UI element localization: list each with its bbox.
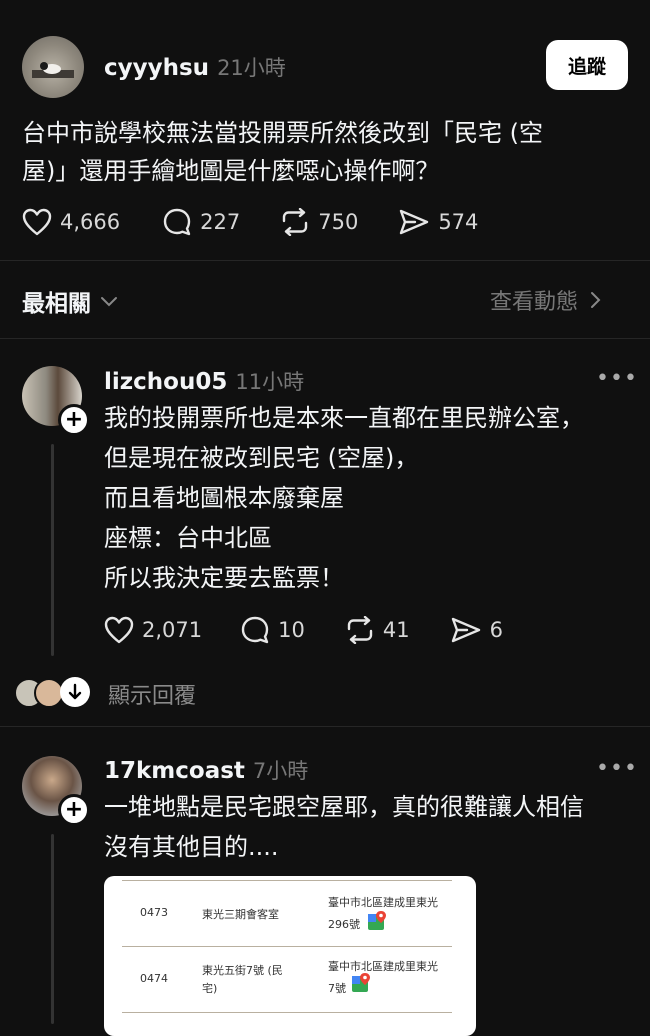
comment-header: lizchou05 11小時 (104, 366, 304, 396)
table-cell-address-number: 7號 (328, 982, 346, 995)
chevron-down-icon (101, 297, 117, 307)
send-icon (400, 209, 429, 235)
sort-label: 最相關 (22, 291, 91, 317)
comment-header: 17kmcoast 7小時 (104, 755, 308, 785)
cat-photo-icon (32, 62, 74, 78)
table-cell-no: 0474 (140, 972, 168, 985)
reply-button[interactable]: 10 (240, 615, 305, 645)
follow-plus-icon[interactable]: + (58, 404, 90, 436)
repost-count: 41 (382, 618, 410, 642)
comment-bubble-icon (241, 616, 269, 644)
comment-time: 11小時 (235, 370, 305, 394)
table-cell-name: 東光五街7號 (民 (202, 964, 283, 977)
repost-button[interactable]: 750 (280, 208, 358, 236)
reply-button[interactable]: 227 (162, 207, 240, 237)
comment-body: 我的投開票所也是本來一直都在里民辦公室， 但是現在被改到民宅 (空屋)， 而且看… (104, 398, 634, 598)
view-activity-label: 查看動態 (490, 290, 579, 315)
sort-dropdown[interactable]: 最相關 (22, 284, 119, 318)
comment-text-line: 一堆地點是民宅跟空屋耶，真的很難讓人相信 (104, 793, 584, 821)
google-maps-icon (352, 973, 370, 992)
heart-icon (22, 208, 52, 236)
repost-count: 750 (318, 210, 359, 234)
view-activity-link[interactable]: 查看動態 (490, 284, 602, 316)
like-count: 2,071 (142, 618, 203, 642)
repost-icon (347, 616, 373, 644)
google-maps-icon (368, 911, 386, 930)
post-time: 21小時 (217, 56, 286, 80)
table-rule (122, 880, 452, 881)
table-rule (122, 1012, 452, 1013)
divider (0, 726, 650, 727)
thread-line (51, 834, 54, 1024)
share-count: 6 (489, 618, 503, 642)
reply-count: 227 (200, 210, 241, 234)
post-body: 台中市說學校無法當投開票所然後改到「民宅 (空 屋)」還用手繪地圖是什麼噁心操作… (22, 114, 622, 190)
more-options-icon[interactable]: ••• (596, 366, 638, 391)
send-icon (451, 617, 480, 643)
comment-text-line: 座標：台中北區 (104, 524, 272, 552)
post-actions: 4,666 227 750 574 (22, 202, 518, 242)
like-button[interactable]: 4,666 (22, 208, 120, 236)
table-cell-address: 臺中市北區建成里東光 (328, 896, 438, 909)
repost-button[interactable]: 41 (345, 616, 410, 644)
post-text-line: 屋)」還用手繪地圖是什麼噁心操作啊？ (22, 157, 440, 185)
comment-body: 一堆地點是民宅跟空屋耶，真的很難讓人相信 沒有其他目的.... (104, 787, 634, 867)
thread-line (51, 444, 54, 656)
post-username[interactable]: cyyyhsu (104, 55, 209, 81)
comment-username[interactable]: lizchou05 (104, 369, 227, 395)
like-count: 4,666 (60, 210, 121, 234)
share-count: 574 (438, 210, 479, 234)
table-rule (122, 946, 452, 947)
like-button[interactable]: 2,071 (104, 616, 202, 644)
post-text-line: 台中市說學校無法當投開票所然後改到「民宅 (空 (22, 119, 543, 147)
comment-actions: 2,071 10 41 6 (104, 610, 543, 650)
table-cell-address-number: 296號 (328, 918, 360, 931)
reply-avatars[interactable] (14, 676, 94, 708)
comment-text-line: 但是現在被改到民宅 (空屋)， (104, 444, 419, 472)
comment-text-line: 沒有其他目的.... (104, 833, 279, 861)
post-header: cyyyhsu 21小時 (104, 52, 286, 82)
comment-bubble-icon (163, 208, 191, 236)
arrow-down-icon (60, 677, 90, 707)
comment-time: 7小時 (252, 759, 309, 783)
follow-plus-icon[interactable]: + (58, 794, 90, 826)
heart-icon (104, 616, 134, 644)
repost-icon (283, 208, 308, 236)
post-author-avatar[interactable] (22, 36, 84, 98)
table-cell-name: 宅) (202, 982, 218, 995)
divider (0, 338, 650, 339)
reply-count: 10 (278, 618, 305, 642)
show-replies-link[interactable]: 顯示回覆 (108, 678, 196, 710)
divider (0, 260, 650, 261)
table-cell-no: 0473 (140, 906, 168, 919)
table-row: 0473 東光三期會客室 臺中市北區建成里東光 296號 (104, 892, 476, 948)
table-cell-name: 東光三期會客室 (202, 908, 279, 921)
share-button[interactable]: 574 (398, 208, 478, 236)
comment-text-line: 我的投開票所也是本來一直都在里民辦公室， (104, 404, 584, 432)
table-row: 0474 東光五街7號 (民 宅) 臺中市北區建成里東光 7號 (104, 956, 476, 1016)
attached-image[interactable]: 0473 東光三期會客室 臺中市北區建成里東光 296號 0474 東光五街7號… (104, 876, 476, 1036)
comment-text-line: 而且看地圖根本廢棄屋 (104, 484, 344, 512)
more-options-icon[interactable]: ••• (596, 756, 638, 781)
share-button[interactable]: 6 (450, 616, 503, 644)
follow-button[interactable]: 追蹤 (546, 40, 628, 90)
table-cell-address: 臺中市北區建成里東光 (328, 960, 438, 973)
comment-text-line: 所以我決定要去監票！ (104, 564, 344, 592)
chevron-right-icon (591, 292, 601, 308)
comment-username[interactable]: 17kmcoast (104, 758, 245, 784)
